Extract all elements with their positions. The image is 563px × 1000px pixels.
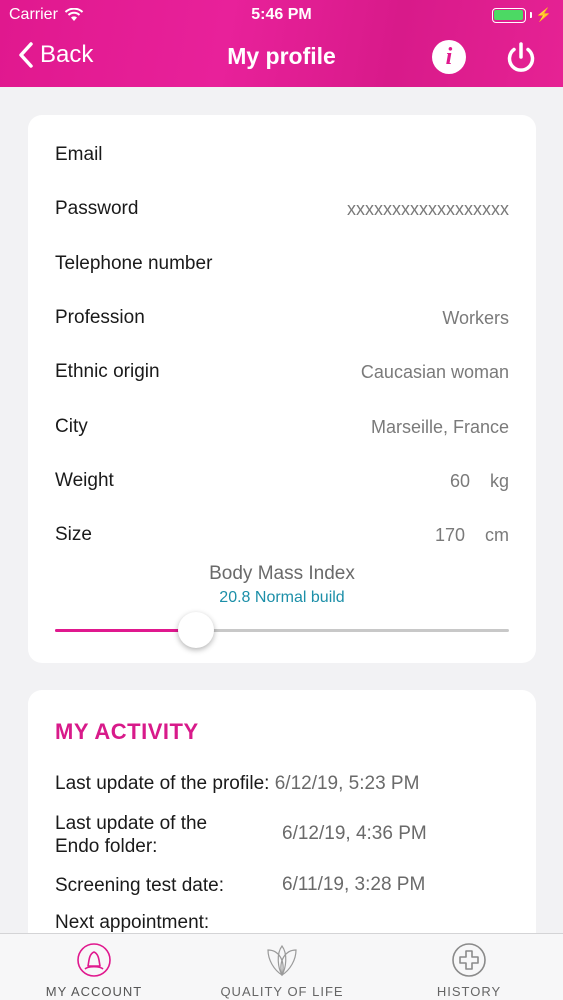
endo-update-value: 6/12/19, 4:36 PM: [282, 823, 427, 844]
activity-card: MY ACTIVITY Last update of the profile: …: [28, 690, 536, 950]
profession-row[interactable]: Profession Workers: [55, 303, 509, 333]
bmi-title: Body Mass Index: [209, 563, 355, 584]
status-time: 5:46 PM: [251, 6, 312, 23]
next-appointment-label: Next appointment:: [55, 912, 210, 933]
info-icon[interactable]: i: [432, 40, 466, 74]
ethnic-origin-value: Caucasian woman: [360, 361, 509, 382]
email-row[interactable]: Email: [55, 140, 509, 170]
screening-label: Screening test date:: [55, 875, 224, 896]
quality-of-life-icon: [267, 944, 297, 977]
tab-bar: MY ACCOUNT QUALITY OF LIFE HISTORY: [0, 933, 563, 1000]
size-row[interactable]: Size 170 cm: [55, 520, 509, 550]
tab-quality-of-life-label: QUALITY OF LIFE: [220, 984, 344, 999]
size-value: 170 cm: [435, 525, 509, 546]
activity-title: MY ACTIVITY: [55, 719, 199, 744]
endo-update-label-line1: Last update of the: [55, 813, 208, 834]
profile-update-row: Last update of the profile: 6/12/19, 5:2…: [55, 773, 419, 795]
weight-number: 60: [449, 470, 470, 491]
history-icon: [452, 943, 486, 977]
profile-update-value: 6/12/19, 5:23 PM: [274, 773, 420, 794]
telephone-row[interactable]: Telephone number: [55, 249, 509, 279]
endo-update-label-line2: Endo folder:: [55, 836, 158, 857]
endo-update-label: Last update of the Endo folder:: [55, 812, 207, 858]
profession-value: Workers: [442, 307, 509, 328]
password-row[interactable]: Password xxxxxxxxxxxxxxxxxx: [55, 194, 509, 224]
city-row[interactable]: City Marseille, France: [55, 412, 509, 442]
weight-unit: kg: [489, 470, 509, 491]
tab-my-account[interactable]: MY ACCOUNT: [0, 934, 188, 1000]
telephone-label: Telephone number: [55, 253, 213, 274]
password-value: xxxxxxxxxxxxxxxxxx: [347, 198, 509, 219]
header: Carrier 5:46 PM ⚡ Back My profile i: [0, 0, 563, 87]
profile-card: Email Password xxxxxxxxxxxxxxxxxx Teleph…: [28, 115, 536, 663]
size-unit: cm: [485, 524, 509, 545]
nav-bar: Back My profile i: [0, 36, 563, 80]
page-title: My profile: [227, 43, 336, 69]
tab-history-label: HISTORY: [436, 984, 502, 999]
tab-my-account-label: MY ACCOUNT: [45, 984, 143, 999]
bmi-slider-fill: [55, 629, 196, 632]
battery-icon: [491, 7, 526, 23]
battery-indicator: ⚡: [491, 7, 552, 23]
city-label: City: [55, 416, 88, 437]
account-icon: [77, 943, 111, 977]
profile-update-label: Last update of the profile:: [55, 773, 270, 794]
charging-icon: ⚡: [535, 7, 552, 22]
password-label: Password: [55, 198, 139, 219]
weight-row[interactable]: Weight 60 kg: [55, 466, 509, 496]
size-label: Size: [55, 524, 92, 545]
tab-quality-of-life[interactable]: QUALITY OF LIFE: [188, 934, 376, 1000]
weight-label: Weight: [55, 470, 114, 491]
tab-history[interactable]: HISTORY: [375, 934, 563, 1000]
ethnic-origin-label: Ethnic origin: [55, 361, 160, 382]
status-bar: Carrier 5:46 PM ⚡: [0, 0, 563, 30]
size-number: 170: [434, 524, 465, 545]
email-label: Email: [55, 144, 103, 165]
bmi-slider-thumb[interactable]: [178, 612, 214, 648]
weight-value: 60 kg: [450, 471, 509, 492]
profession-label: Profession: [55, 307, 145, 328]
bmi-slider[interactable]: [55, 612, 509, 648]
power-icon[interactable]: [503, 40, 539, 76]
screening-value: 6/11/19, 3:28 PM: [282, 874, 426, 895]
city-value: Marseille, France: [370, 416, 509, 437]
bmi-value: 20.8 Normal build: [219, 589, 345, 606]
ethnic-origin-row[interactable]: Ethnic origin Caucasian woman: [55, 357, 509, 387]
